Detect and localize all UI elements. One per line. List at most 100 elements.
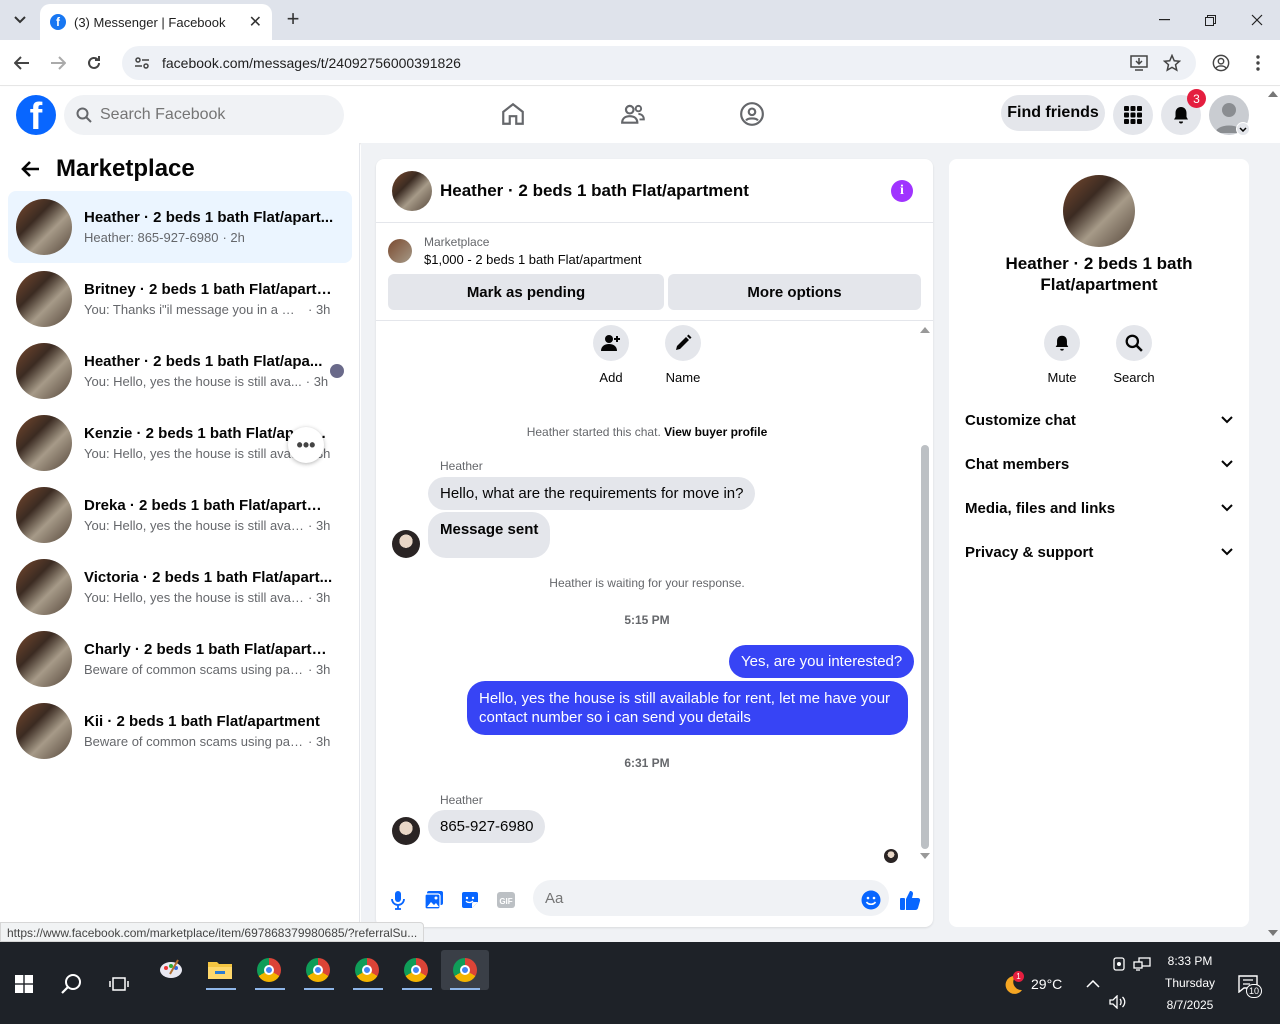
windows-start-icon[interactable] [14,974,34,994]
chat-avatar[interactable] [392,170,432,211]
clock-date[interactable]: 8/7/2025 [1160,998,1220,1012]
taskbar-app-chrome-1[interactable] [249,950,289,990]
new-tab-button[interactable]: + [282,8,304,30]
emoji-icon[interactable] [859,888,883,912]
started-text: Heather started this chat. [526,425,661,439]
listing-summary[interactable]: Marketplace $1,000 - 2 beds 1 bath Flat/… [388,235,642,267]
url-text: facebook.com/messages/t/2409275600039182… [162,55,461,71]
minimize-button[interactable] [1141,0,1187,40]
search-icon[interactable] [60,972,84,996]
page-scrollbar[interactable] [1266,87,1280,942]
home-nav-icon[interactable] [498,99,528,129]
clock-day[interactable]: Thursday [1160,976,1220,990]
taskbar-app-chrome-2[interactable] [298,950,338,990]
name-action[interactable]: Name [653,325,713,385]
address-bar[interactable]: facebook.com/messages/t/2409275600039182… [122,46,1196,80]
facebook-search-box[interactable] [64,95,344,135]
site-info-icon[interactable] [134,55,150,71]
chat-title[interactable]: Heather · 2 beds 1 bath Flat/apartment [440,181,749,201]
conversation-item[interactable]: Charly · 2 beds 1 bath Flat/apartm... Be… [8,623,352,695]
volume-icon[interactable] [1108,994,1128,1010]
mute-action[interactable]: Mute [1032,325,1092,385]
listing-label: Marketplace [424,235,490,249]
page-scroll-up[interactable] [1268,91,1278,97]
forward-button[interactable] [47,52,69,74]
profile-icon[interactable] [1212,54,1230,72]
bookmark-star-icon[interactable] [1163,54,1181,72]
page-scroll-down[interactable] [1268,930,1278,936]
taskbar-app-chrome-active[interactable] [441,950,489,990]
customize-chat-section[interactable]: Customize chat [965,402,1233,438]
info-icon[interactable]: i [891,180,913,202]
conversation-item[interactable]: Heather · 2 beds 1 bath Flat/apa... You:… [8,335,352,407]
back-button[interactable] [11,52,33,74]
conversation-more-button[interactable]: ••• [288,427,324,463]
reload-button[interactable] [83,52,105,74]
groups-nav-icon[interactable] [737,99,767,129]
gif-icon[interactable]: GIF [494,888,518,912]
facebook-logo-icon[interactable]: f [16,95,56,135]
taskbar-app-chrome-3[interactable] [347,950,387,990]
view-buyer-profile-link[interactable]: View buyer profile [664,425,767,439]
clock-time[interactable]: 8:33 PM [1160,954,1220,968]
add-people-action[interactable]: Add [581,325,641,385]
chat-members-section[interactable]: Chat members [965,446,1233,482]
message-input[interactable] [545,889,845,907]
chevron-up-icon[interactable] [1085,976,1101,992]
search-action[interactable]: Search [1104,325,1164,385]
menu-grid-button[interactable] [1113,95,1153,135]
account-chevron-icon[interactable] [1236,122,1250,136]
browser-tab-messenger[interactable]: f (3) Messenger | Facebook ✕ [40,4,272,40]
heather-avatar[interactable] [392,530,420,558]
scroll-up-arrow[interactable] [920,327,930,333]
microphone-icon[interactable] [386,888,410,912]
close-window-button[interactable] [1234,0,1280,40]
media-files-section[interactable]: Media, files and links [965,490,1233,526]
chevron-down-icon [1221,460,1233,468]
like-thumb-icon[interactable] [898,888,922,912]
conversation-item[interactable]: Dreka · 2 beds 1 bath Flat/apartme... Yo… [8,479,352,551]
install-app-icon[interactable] [1130,54,1148,72]
chat-scrollbar[interactable] [918,325,930,859]
profile-name: Heather · 2 beds 1 bath Flat/apartment [1005,254,1193,294]
back-arrow-icon[interactable] [20,160,40,178]
photo-icon[interactable] [422,888,446,912]
read-receipt-avatar [330,364,344,378]
notification-badge: 3 [1187,89,1206,108]
taskbar-app-file-explorer[interactable] [200,950,240,990]
browser-menu-icon[interactable] [1249,54,1267,72]
conversation-item[interactable]: Victoria · 2 beds 1 bath Flat/apart... Y… [8,551,352,623]
incoming-message[interactable]: Message sent [428,512,551,558]
taskbar-app-paint[interactable] [151,950,191,990]
find-friends-button[interactable]: Find friends [1001,95,1105,131]
conversation-item[interactable]: Britney · 2 beds 1 bath Flat/apartm... Y… [8,263,352,335]
scroll-down-arrow[interactable] [920,853,930,859]
scroll-thumb[interactable] [921,445,929,849]
temperature-text[interactable]: 29°C [1031,976,1062,992]
sticker-icon[interactable] [458,888,482,912]
incoming-message[interactable]: Hello, what are the requirements for mov… [428,477,756,510]
more-options-button[interactable]: More options [668,274,921,310]
facebook-search-input[interactable] [100,106,320,124]
incoming-message[interactable]: 865-927-6980 [428,810,546,843]
message-input-box[interactable] [533,880,889,916]
tab-close-icon[interactable]: ✕ [249,12,262,32]
outgoing-message[interactable]: Hello, yes the house is still available … [467,681,908,735]
tab-search-button[interactable] [8,8,32,32]
conversation-item[interactable]: Kii · 2 beds 1 bath Flat/apartment Bewar… [8,695,352,767]
search-icon [1125,334,1143,352]
mark-pending-button[interactable]: Mark as pending [388,274,664,310]
conversation-time: · 3h [308,662,331,677]
friends-nav-icon[interactable] [618,99,648,129]
privacy-support-section[interactable]: Privacy & support [965,534,1233,570]
task-view-icon[interactable] [108,973,130,995]
restore-button[interactable] [1187,0,1233,40]
heather-avatar[interactable] [392,817,420,845]
outgoing-message[interactable]: Yes, are you interested? [729,645,915,678]
conversation-item[interactable]: Heather · 2 beds 1 bath Flat/apart... He… [8,191,352,263]
network-icon[interactable] [1133,956,1151,972]
device-icon[interactable] [1111,956,1127,972]
profile-avatar[interactable] [1063,175,1135,247]
taskbar-app-chrome-4[interactable] [396,950,436,990]
sender-name: Heather [440,459,483,473]
